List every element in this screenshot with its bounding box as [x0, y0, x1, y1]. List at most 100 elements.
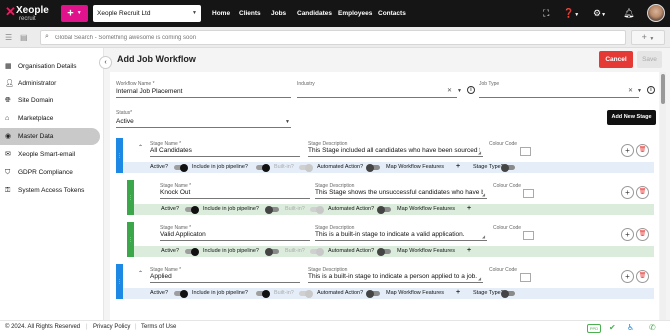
builtin-toggle[interactable] [299, 289, 313, 298]
pipeline-toggle[interactable] [256, 163, 270, 172]
accessibility-icon[interactable]: ♿︎ [627, 323, 634, 333]
check-circle-icon[interactable]: ✔ [609, 323, 616, 333]
builtin-toggle[interactable] [310, 205, 324, 214]
colour-picker[interactable] [523, 231, 534, 240]
list-view-icon[interactable]: ☰ [5, 33, 12, 42]
nav-jobs[interactable]: Jobs [271, 0, 286, 27]
sidebar-item-gdpr-compliance[interactable]: ⛉ GDPR Compliance [0, 164, 100, 181]
sidebar-item-administrator[interactable]: 👤︎ Administrator [0, 75, 100, 92]
gear-icon[interactable]: ⚙▼ [593, 8, 606, 21]
automated-toggle[interactable] [377, 247, 391, 256]
colour-picker[interactable] [523, 189, 534, 198]
builtin-toggle[interactable] [299, 163, 313, 172]
stage-description-input[interactable]: This is a built-in stage to indicate a v… [315, 231, 483, 240]
add-stage-after-button[interactable]: + [621, 228, 634, 241]
global-search[interactable]: ⌕ [40, 30, 626, 45]
subbar-add-button[interactable]: + ▼ [631, 30, 665, 45]
resize-handle-icon[interactable]: ◢ [482, 234, 485, 239]
industry-info-icon[interactable]: i [467, 86, 475, 94]
active-toggle[interactable] [185, 247, 199, 256]
search-input[interactable] [55, 32, 615, 43]
pipeline-toggle[interactable] [256, 289, 270, 298]
stage-type-toggle[interactable] [501, 289, 515, 298]
sidebar-collapse-button[interactable]: ‹ [99, 56, 112, 69]
colour-picker[interactable] [520, 273, 531, 282]
nav-candidates[interactable]: Candidates [297, 0, 332, 27]
xeople-logo[interactable]: ✕ Xeople recruit [5, 3, 55, 24]
delete-stage-button[interactable]: 🗑︎ [636, 144, 649, 157]
stage-type-toggle[interactable] [501, 163, 515, 172]
stage-name-input[interactable]: Applied [150, 273, 172, 280]
industry-clear-icon[interactable]: ✕ [447, 87, 452, 94]
active-toggle[interactable] [174, 289, 188, 298]
stage-description-input[interactable]: This Stage shows the unsuccessful candid… [315, 189, 483, 198]
chevron-down-icon[interactable]: ▼ [285, 119, 290, 125]
grid-view-icon[interactable]: ▤ [20, 33, 28, 42]
chevron-up-icon[interactable]: ⌃ [138, 270, 143, 277]
map-features-add-icon[interactable]: + [456, 289, 460, 296]
stage-name-input[interactable]: All Candidates [150, 147, 192, 154]
map-features-add-icon[interactable]: + [456, 163, 460, 170]
map-features-add-icon[interactable]: + [467, 247, 471, 254]
ppd-badge[interactable]: PPD [587, 324, 601, 333]
whatsapp-icon[interactable]: ✆ [649, 323, 656, 333]
automated-toggle[interactable] [366, 289, 380, 298]
nav-employees[interactable]: Employees [338, 0, 372, 27]
pipeline-toggle[interactable] [265, 247, 279, 256]
nav-home[interactable]: Home [212, 0, 230, 27]
automated-toggle[interactable] [366, 163, 380, 172]
resize-handle-icon[interactable]: ◢ [482, 192, 485, 197]
drag-handle[interactable]: ⋮ [127, 222, 134, 257]
company-select[interactable]: Xeople Recruit Ltd ▼ [93, 5, 201, 22]
drag-handle[interactable]: ⋮ [116, 264, 123, 299]
avatar[interactable] [647, 4, 665, 22]
chevron-down-icon[interactable]: ▼ [637, 88, 642, 94]
drag-handle[interactable]: ⋮ [127, 180, 134, 215]
status-select[interactable]: Active [116, 118, 134, 125]
main-scrollbar[interactable] [660, 72, 666, 320]
job-type-info-icon[interactable]: i [647, 86, 655, 94]
stage-description-input[interactable]: This Stage included all candidates who h… [308, 147, 480, 156]
add-new-stage-button[interactable]: Add New Stage [607, 110, 656, 125]
workflow-name-input[interactable]: Internal Job Placement [116, 88, 182, 95]
cancel-button[interactable]: Cancel [599, 51, 633, 68]
add-stage-after-button[interactable]: + [621, 144, 634, 157]
sidebar-item-organisation-details[interactable]: ▦ Organisation Details [0, 58, 100, 75]
sidebar-item-marketplace[interactable]: ⌂ Marketplace [0, 110, 100, 127]
help-icon[interactable]: ❓▼ [563, 8, 579, 21]
sidebar-item-system-access-tokens[interactable]: ⚿ System Access Tokens [0, 182, 100, 199]
delete-stage-button[interactable]: 🗑︎ [636, 228, 649, 241]
colour-picker[interactable] [520, 147, 531, 156]
sidebar-item-master-data[interactable]: ◉ Master Data [0, 128, 100, 145]
active-toggle[interactable] [185, 205, 199, 214]
job-type-clear-icon[interactable]: ✕ [628, 87, 633, 94]
privacy-policy-link[interactable]: Privacy Policy [93, 324, 130, 330]
stage-description-input[interactable]: This is a built-in stage to indicate a p… [308, 273, 480, 282]
add-stage-after-button[interactable]: + [621, 270, 634, 283]
nav-contacts[interactable]: Contacts [378, 0, 406, 27]
quick-add-button[interactable]: + ▼ [61, 5, 88, 22]
delete-stage-button[interactable]: 🗑︎ [636, 270, 649, 283]
sidebar-item-site-domain[interactable]: 🌐︎ Site Domain [0, 92, 100, 109]
nav-clients[interactable]: Clients [239, 0, 261, 27]
delete-stage-button[interactable]: 🗑︎ [636, 186, 649, 199]
terms-of-use-link[interactable]: Terms of Use [141, 324, 176, 330]
stage-name-input[interactable]: Valid Applicaton [160, 231, 206, 238]
save-button[interactable]: Save [637, 51, 662, 68]
builtin-toggle[interactable] [310, 247, 324, 256]
resize-handle-icon[interactable]: ◢ [478, 150, 481, 155]
pipeline-toggle[interactable] [265, 205, 279, 214]
scrollbar-thumb[interactable] [661, 74, 665, 104]
fullscreen-icon[interactable]: ⛶ [543, 8, 549, 19]
chevron-down-icon[interactable]: ▼ [457, 88, 462, 94]
map-features-add-icon[interactable]: + [467, 205, 471, 212]
resize-handle-icon[interactable]: ◢ [478, 276, 481, 281]
chevron-up-icon[interactable]: ⌃ [138, 144, 143, 151]
drag-handle[interactable]: ⋮ [116, 138, 123, 173]
bell-icon[interactable]: 🔔︎ [623, 8, 634, 19]
sidebar-item-smart-email[interactable]: ✉ Xeople Smart-email [0, 146, 100, 163]
stage-name-input[interactable]: Knock Out [160, 189, 190, 196]
add-stage-after-button[interactable]: + [621, 186, 634, 199]
active-toggle[interactable] [174, 163, 188, 172]
automated-toggle[interactable] [377, 205, 391, 214]
